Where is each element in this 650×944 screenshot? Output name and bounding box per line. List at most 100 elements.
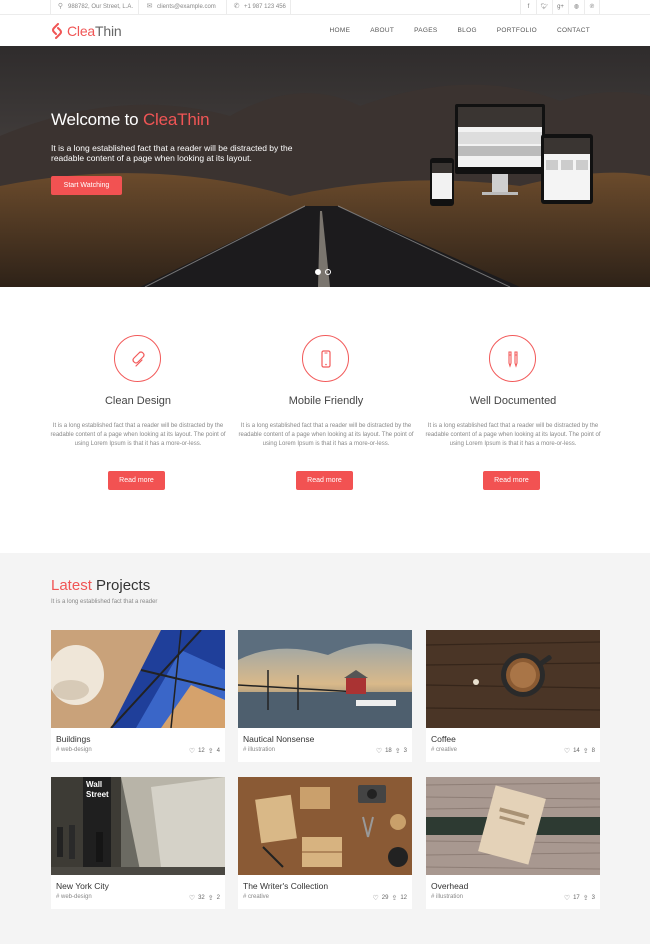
heart-icon[interactable]: ♡ [564,747,570,755]
nav-portfolio[interactable]: PORTFOLIO [487,15,547,46]
project-title[interactable]: Coffee [431,734,456,744]
divider [226,0,227,15]
project-tag[interactable]: # illustration [431,894,463,900]
paperclip-icon [132,351,145,367]
brand-name-part-a: Clea [67,23,95,39]
mobile-icon [321,350,331,368]
feature-text: It is a long established fact that a rea… [50,423,226,447]
share-icon[interactable]: ⇪ [208,747,214,755]
dribbble-icon[interactable]: ◍ [568,0,584,15]
phone-info: ✆ +1 987 123 456 [233,3,286,10]
hero-title-prefix: Welcome to [51,110,143,129]
read-more-button[interactable]: Read more [108,471,165,490]
project-tag[interactable]: # creative [431,747,457,753]
feature-text: It is a long established fact that a rea… [238,423,414,447]
hero-text: It is a long established fact that a rea… [51,143,293,163]
nav-blog[interactable]: BLOG [448,15,487,46]
project-stats: ♡ 17 ⇪ 3 [564,894,595,902]
likes-count: 32 [198,895,205,901]
feature-icon-circle [302,335,349,382]
share-icon[interactable]: ⇪ [391,894,397,902]
share-icon[interactable]: ⇪ [395,747,401,755]
pinterest-icon[interactable]: ℗ [584,0,600,15]
project-tag[interactable]: # web-design [56,894,92,900]
heart-icon[interactable]: ♡ [564,894,570,902]
slider-dot-1[interactable] [315,269,321,275]
logo-icon [52,23,62,39]
project-stats: ♡ 32 ⇪ 2 [189,894,220,902]
address-info: ⚲ 988782, Our Street, L.A. [57,3,133,10]
project-image[interactable] [426,630,600,728]
email-text[interactable]: clients@example.com [157,4,216,10]
map-pin-icon: ⚲ [57,3,64,10]
slider-dot-2[interactable] [325,269,331,275]
hero-slider: Welcome to CleaThin It is a long establi… [0,46,650,287]
project-title[interactable]: The Writer's Collection [243,881,328,891]
read-more-button[interactable]: Read more [296,471,353,490]
project-title[interactable]: Nautical Nonsense [243,734,314,744]
likes-count: 12 [198,748,205,754]
project-tag[interactable]: # web-design [56,747,92,753]
project-image[interactable] [426,777,600,875]
google-plus-icon[interactable]: g+ [552,0,568,15]
brand-name: CleaThin [67,23,122,39]
section-title-rest: Projects [91,577,151,594]
facebook-icon[interactable]: f [520,0,536,15]
project-tag[interactable]: # creative [243,894,269,900]
feature-title: Mobile Friendly [288,395,364,407]
heart-icon[interactable]: ♡ [372,894,378,902]
wall-street-sign-line-2: Street [86,790,109,799]
divider [50,0,51,15]
main-navigation: CleaThin HOME ABOUT PAGES BLOG PORTFOLIO… [0,15,650,46]
likes-count: 29 [381,895,389,901]
email-info[interactable]: ✉ clients@example.com [146,3,216,10]
likes-count: 18 [385,748,392,754]
project-image[interactable]: Wall Street [51,777,225,875]
project-card[interactable]: The Writer's Collection # creative ♡ 29 ⇪… [238,777,412,909]
project-card[interactable]: Overhead # illustration ♡ 17 ⇪ 3 [426,777,600,909]
nav-menu: HOME ABOUT PAGES BLOG PORTFOLIO CONTACT [320,15,601,46]
project-title[interactable]: New York City [56,881,109,891]
slider-dots [315,269,331,275]
section-title: Latest Projects [51,577,150,594]
phone-text: +1 987 123 456 [244,3,286,10]
pencils-icon [508,351,518,368]
project-card[interactable]: Wall Street New York City # web-design ♡… [51,777,225,909]
feature-text: It is a long established fact that a rea… [425,423,601,447]
project-title[interactable]: Overhead [431,881,468,891]
read-more-button[interactable]: Read more [483,471,540,490]
heart-icon[interactable]: ♡ [189,747,195,755]
heart-icon[interactable]: ♡ [189,894,195,902]
divider [290,0,291,15]
top-info-bar: ⚲ 988782, Our Street, L.A. ✉ clients@exa… [0,0,650,15]
share-icon[interactable]: ⇪ [208,894,214,902]
start-watching-button[interactable]: Start Watching [51,176,122,195]
phone-icon: ✆ [233,3,240,10]
project-image[interactable] [51,630,225,728]
likes-count: 17 [573,895,580,901]
shares-count: 3 [403,748,407,754]
hero-title-accent: CleaThin [142,110,210,129]
project-card[interactable]: Buildings # web-design ♡ 12 ⇪ 4 [51,630,225,762]
brand-logo[interactable]: CleaThin [51,22,122,40]
share-icon[interactable]: ⇪ [583,894,589,902]
features-section: Clean Design It is a long established fa… [0,287,650,553]
nav-home[interactable]: HOME [320,15,361,46]
shares-count: 12 [400,895,407,901]
nav-contact[interactable]: CONTACT [547,15,600,46]
share-icon[interactable]: ⇪ [583,747,589,755]
project-tag[interactable]: # illustration [243,747,275,753]
twitter-icon[interactable]: 🐦︎ [536,0,552,15]
project-image[interactable] [238,777,412,875]
responsive-devices-image [430,104,593,206]
feature-title: Well Documented [469,395,557,407]
nav-pages[interactable]: PAGES [404,15,447,46]
project-image[interactable] [238,630,412,728]
project-card[interactable]: Nautical Nonsense # illustration ♡ 18 ⇪ 3 [238,630,412,762]
divider [138,0,139,15]
project-card[interactable]: Coffee # creative ♡ 14 ⇪ 8 [426,630,600,762]
nav-about[interactable]: ABOUT [360,15,404,46]
shares-count: 4 [216,748,220,754]
heart-icon[interactable]: ♡ [376,747,382,755]
project-title[interactable]: Buildings [56,734,91,744]
